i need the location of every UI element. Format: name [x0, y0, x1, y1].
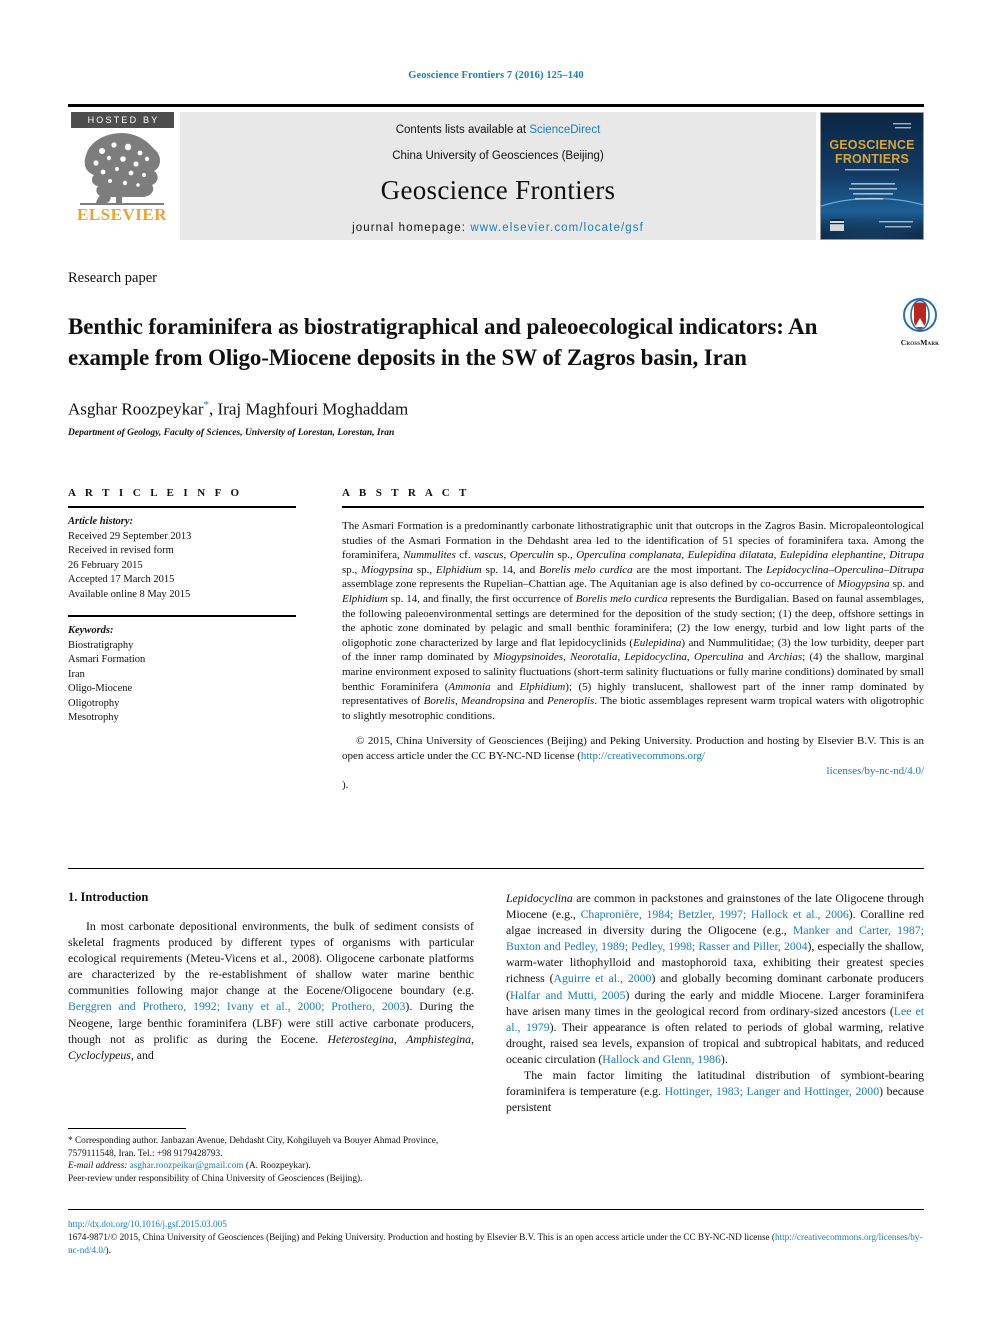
keyword-item: Biostratigraphy [68, 639, 134, 651]
introduction-paragraph-right-2: The main factor limiting the latitudinal… [506, 1068, 925, 1115]
abstract-bottom-rule [68, 868, 924, 869]
footer-rule [68, 1209, 924, 1210]
email-owner: (A. Roozpeykar). [245, 1161, 311, 1172]
doi-link[interactable]: http://dx.doi.org/10.1016/j.gsf.2015.03.… [68, 1218, 930, 1231]
email-line: E-mail address: asghar.roozpeikar@gmail.… [68, 1160, 474, 1173]
author-primary: Asghar Roozpeykar [68, 399, 204, 419]
abstract-body: The Asmari Formation is a predominantly … [342, 520, 925, 722]
journal-masthead: HOSTED BY ELSEVIER Contents lists availa… [68, 110, 924, 242]
history-item: Received 29 September 2013 [68, 530, 192, 542]
license-statement: 1674-9871/© 2015, China University of Ge… [68, 1231, 923, 1255]
keyword-item: Iran [68, 668, 85, 680]
keywords-label: Keywords: [68, 625, 114, 636]
abstract-column: A B S T R A C T The Asmari Formation is … [342, 487, 924, 804]
article-info-column: A R T I C L E I N F O Article history: R… [68, 487, 296, 726]
abstract-copyright: © 2015, China University of Geosciences … [342, 735, 924, 792]
keyword-item: Oligo-Miocene [68, 683, 133, 694]
history-item: Available online 8 May 2015 [68, 588, 191, 600]
homepage-prefix: journal homepage: [352, 222, 471, 234]
svg-text:FRONTIERS: FRONTIERS [835, 152, 909, 166]
section-heading-introduction: 1. Introduction [68, 890, 149, 904]
introduction-paragraph-right-1: Lepidocyclina are common in packstones a… [506, 891, 925, 1066]
journal-homepage-link[interactable]: www.elsevier.com/locate/gsf [470, 222, 644, 234]
keywords-rule [68, 615, 296, 617]
author-affiliation: Department of Geology, Faculty of Scienc… [68, 428, 395, 438]
article-info-heading: A R T I C L E I N F O [68, 487, 243, 499]
journal-title: Geoscience Frontiers [380, 175, 616, 205]
footnote-rule [68, 1128, 186, 1129]
publisher-logo-block: HOSTED BY ELSEVIER [68, 112, 176, 223]
author-list: Asghar Roozpeykar*, Iraj Maghfouri Mogha… [68, 399, 858, 420]
keyword-item: Oligotrophy [68, 697, 120, 709]
sciencedirect-link[interactable]: ScienceDirect [529, 124, 600, 136]
footer-block: http://dx.doi.org/10.1016/j.gsf.2015.03.… [68, 1218, 930, 1256]
article-type-label: Research paper [68, 270, 157, 286]
svg-text:GEOSCIENCE: GEOSCIENCE [829, 138, 914, 152]
page-title: Benthic foraminifera as biostratigraphic… [68, 314, 818, 371]
article-info-rule [68, 506, 296, 508]
article-first-page: Geoscience Frontiers 7 (2016) 125–140 HO… [0, 0, 992, 1323]
journal-homepage-line: journal homepage: www.elsevier.com/locat… [180, 206, 816, 234]
introduction-left-column: 1. Introduction In most carbonate deposi… [68, 890, 474, 1063]
contents-available-line: Contents lists available at ScienceDirec… [180, 112, 816, 136]
crossmark-logo-icon [903, 298, 937, 332]
society-line: China University of Geosciences (Beijing… [392, 150, 604, 162]
history-item: Accepted 17 March 2015 [68, 574, 175, 585]
introduction-paragraph-left: In most carbonate depositional environme… [68, 919, 475, 1062]
corresponding-author-text: * Corresponding author. Janbazan Avenue,… [68, 1136, 439, 1159]
author-secondary: , Iraj Maghfouri Moghaddam [209, 399, 409, 419]
elsevier-wordmark: ELSEVIER [77, 205, 167, 224]
corresponding-author-footnote: * Corresponding author. Janbazan Avenue,… [68, 1128, 474, 1185]
history-item: 26 February 2015 [68, 559, 143, 571]
article-history-label: Article history: [68, 516, 134, 527]
email-label: E-mail address: [68, 1161, 128, 1172]
keyword-item: Mesotrophy [68, 712, 119, 723]
masthead-top-rule [68, 104, 924, 107]
contents-prefix: Contents lists available at [395, 124, 530, 136]
abstract-heading: A B S T R A C T [342, 487, 470, 499]
elsevier-tree-icon [80, 133, 164, 205]
running-head: Geoscience Frontiers 7 (2016) 125–140 [408, 70, 584, 81]
keywords-block: Keywords: Biostratigraphy Asmari Formati… [68, 624, 296, 726]
peer-review-note: Peer-review under responsibility of Chin… [68, 1173, 363, 1184]
history-item: Received in revised form [68, 545, 174, 556]
author-email-link[interactable]: asghar.roozpeikar@gmail.com [130, 1161, 244, 1171]
article-history-block: Article history: Received 29 September 2… [68, 515, 296, 602]
abstract-rule [342, 506, 924, 508]
journal-cover-thumbnail: GEOSCIENCE FRONTIERS [820, 112, 924, 240]
introduction-right-column: Lepidocyclina are common in packstones a… [506, 890, 924, 1115]
hosted-by-badge: HOSTED BY [70, 112, 174, 128]
crossmark-label: CrossMark [900, 338, 940, 347]
crossmark-badge[interactable]: CrossMark [886, 298, 954, 347]
keyword-item: Asmari Formation [68, 654, 146, 665]
masthead-center-panel: Contents lists available at ScienceDirec… [180, 112, 816, 240]
